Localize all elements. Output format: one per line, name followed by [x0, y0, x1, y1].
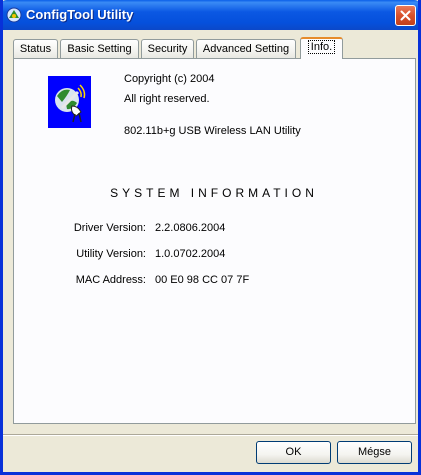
window-title: ConfigTool Utility	[26, 7, 134, 22]
tab-label: Status	[19, 43, 52, 55]
system-information-heading: SYSTEM INFORMATION	[110, 186, 318, 200]
rights-text: All right reserved.	[124, 93, 210, 105]
wireless-satellite-icon	[48, 76, 91, 128]
close-button[interactable]	[395, 5, 416, 26]
tab-label: Basic Setting	[67, 43, 132, 55]
title-bar[interactable]: ConfigTool Utility	[3, 0, 418, 30]
tab-info[interactable]: Info.	[300, 37, 343, 59]
driver-version-value: 2.2.0806.2004	[155, 222, 226, 234]
tab-label: Advanced Setting	[202, 43, 290, 55]
mac-address-value: 00 E0 98 CC 07 7F	[155, 274, 250, 286]
cancel-button[interactable]: Mégse	[337, 441, 412, 464]
utility-version-value: 1.0.0702.2004	[155, 248, 226, 260]
tab-status[interactable]: Status	[13, 39, 58, 58]
mac-address-label: MAC Address:	[75, 274, 146, 286]
ok-button[interactable]: OK	[256, 441, 331, 464]
copyright-text: Copyright (c) 2004	[124, 73, 215, 85]
tab-label: Info.	[307, 40, 336, 54]
utility-version-label: Utility Version:	[76, 248, 146, 260]
tab-advanced-setting[interactable]: Advanced Setting	[196, 39, 296, 58]
product-name: 802.11b+g USB Wireless LAN Utility	[124, 125, 301, 137]
button-separator	[3, 434, 418, 436]
info-panel: Copyright (c) 2004 All right reserved. 8…	[13, 58, 416, 424]
driver-version-label: Driver Version:	[73, 222, 146, 234]
tab-basic-setting[interactable]: Basic Setting	[60, 39, 139, 58]
tab-label: Security	[147, 43, 188, 55]
close-icon	[400, 10, 411, 21]
tab-security[interactable]: Security	[141, 39, 194, 58]
config-tool-icon	[6, 7, 22, 23]
config-tool-window: ConfigTool Utility Status Basic Setting …	[0, 0, 421, 475]
